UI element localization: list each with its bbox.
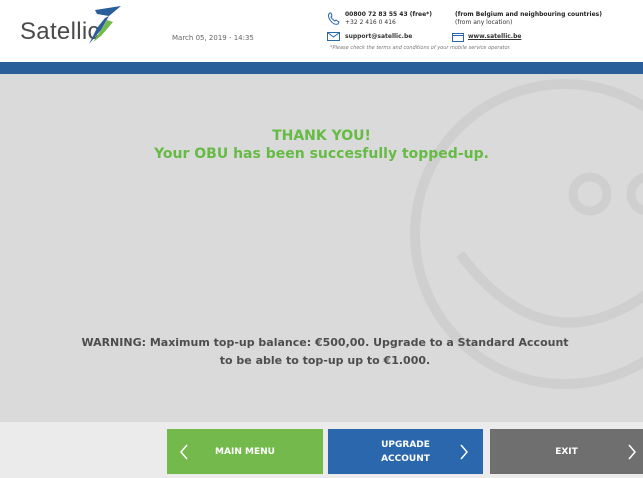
main-menu-button[interactable]: MAIN MENU xyxy=(167,429,323,474)
web-icon xyxy=(452,33,464,42)
phone-intl: +32 2 416 0 416 xyxy=(345,19,396,26)
mail-icon xyxy=(327,32,340,41)
upgrade-account-button[interactable]: UPGRADE ACCOUNT xyxy=(328,429,483,474)
upgrade-label-line-2: ACCOUNT xyxy=(381,453,430,464)
upgrade-account-label: UPGRADE ACCOUNT xyxy=(371,438,441,466)
date-time: March 05, 2019 - 14:35 xyxy=(172,34,254,42)
phone-free: 00800 72 83 55 43 (free*) xyxy=(345,11,433,18)
support-email-link[interactable]: support@satellic.be xyxy=(345,33,412,41)
phone-icon xyxy=(328,12,340,25)
balance-warning: WARNING: Maximum top-up balance: €500,00… xyxy=(60,334,590,370)
warning-line-2: to be able to top-up up to €1.000. xyxy=(219,354,431,367)
thank-you-title: THANK YOU! xyxy=(272,128,371,144)
satellic-logo-icon xyxy=(89,6,121,44)
warning-line-1: WARNING: Maximum top-up balance: €500,00… xyxy=(81,336,569,349)
region-any: (from any location) xyxy=(455,19,513,26)
upgrade-label-line-1: UPGRADE xyxy=(381,439,430,450)
region-free: (from Belgium and neighbouring countries… xyxy=(455,11,602,18)
phone-regions: (from Belgium and neighbouring countries… xyxy=(455,11,602,27)
chevron-left-icon xyxy=(177,429,191,474)
main-menu-label: MAIN MENU xyxy=(215,446,275,457)
header: Satellic March 05, 2019 - 14:35 00800 72… xyxy=(0,0,643,62)
header-divider-bar xyxy=(0,62,643,74)
phone-numbers: 00800 72 83 55 43 (free*) +32 2 416 0 41… xyxy=(345,11,432,27)
website-link[interactable]: www.satellic.be xyxy=(468,33,521,41)
chevron-right-icon xyxy=(625,429,639,474)
terms-note: *Please check the terms and conditions o… xyxy=(330,45,511,51)
exit-button[interactable]: EXIT xyxy=(490,429,643,474)
topup-success-message: Your OBU has been succesfully topped-up. xyxy=(154,146,489,162)
chevron-right-icon xyxy=(457,429,471,474)
exit-label: EXIT xyxy=(555,446,578,457)
